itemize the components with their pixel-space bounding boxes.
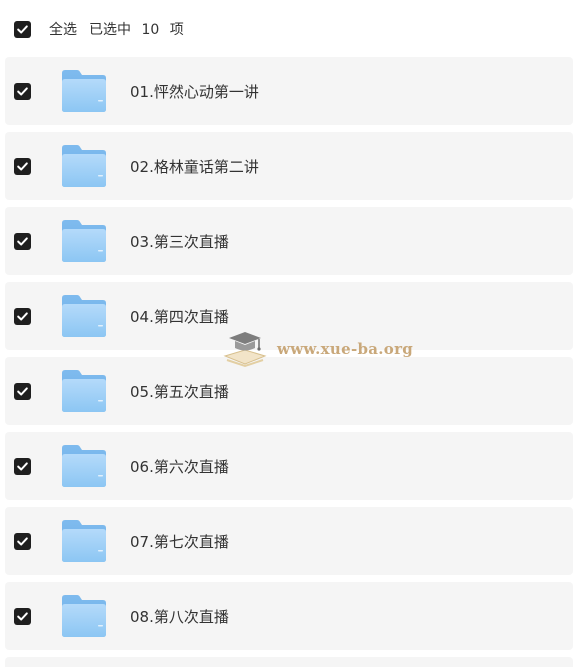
folder-icon [62, 145, 106, 187]
checkmark-icon [17, 611, 28, 620]
file-name: 03.第三次直播 [130, 232, 229, 251]
checkmark-icon [17, 536, 28, 545]
checkmark-icon [17, 311, 28, 320]
selection-count: 已选中 10 项 [89, 19, 190, 39]
file-row-04[interactable]: 04.第四次直播 [5, 282, 573, 350]
file-row-02[interactable]: 02.格林童话第二讲 [5, 132, 573, 200]
file-checkbox[interactable] [14, 82, 31, 100]
file-checkbox[interactable] [14, 532, 31, 550]
file-name: 05.第五次直播 [130, 382, 229, 401]
selected-prefix: 已选中 [89, 22, 131, 38]
file-checkbox[interactable] [14, 307, 31, 325]
checkmark-icon [17, 86, 28, 95]
selected-count: 10 [141, 22, 160, 38]
selection-header: 全选 已选中 10 项 [0, 0, 573, 58]
file-row-05[interactable]: 05.第五次直播 [5, 357, 573, 425]
folder-icon [62, 220, 106, 262]
folder-icon [62, 595, 106, 637]
checkmark-icon [17, 236, 28, 245]
folder-icon [62, 445, 106, 487]
file-checkbox[interactable] [14, 382, 31, 400]
file-name: 01.怦然心动第一讲 [130, 82, 259, 101]
file-name: 04.第四次直播 [130, 307, 229, 326]
folder-icon [62, 520, 106, 562]
file-checkbox[interactable] [14, 157, 31, 175]
file-checkbox[interactable] [14, 607, 31, 625]
file-checkbox[interactable] [14, 232, 31, 250]
file-row-03[interactable]: 03.第三次直播 [5, 207, 573, 275]
file-row-07[interactable]: 07.第七次直播 [5, 507, 573, 575]
file-row-01[interactable]: 01.怦然心动第一讲 [5, 57, 573, 125]
checkmark-icon [17, 386, 28, 395]
file-row-partial[interactable] [5, 657, 573, 667]
folder-icon [62, 295, 106, 337]
file-name: 08.第八次直播 [130, 607, 229, 626]
file-name: 06.第六次直播 [130, 457, 229, 476]
select-all-label[interactable]: 全选 [49, 19, 77, 39]
folder-icon [62, 70, 106, 112]
checkmark-icon [17, 161, 28, 170]
checkmark-icon [17, 461, 28, 470]
checkmark-icon [17, 24, 28, 33]
folder-icon [62, 370, 106, 412]
file-name: 07.第七次直播 [130, 532, 229, 551]
file-list: 01.怦然心动第一讲 02.格林童话第二讲 03.第三次直播 04.第四次直播 … [5, 57, 573, 667]
file-row-08[interactable]: 08.第八次直播 [5, 582, 573, 650]
file-row-06[interactable]: 06.第六次直播 [5, 432, 573, 500]
file-name: 02.格林童话第二讲 [130, 157, 259, 176]
select-all-checkbox[interactable] [14, 20, 31, 38]
file-checkbox[interactable] [14, 457, 31, 475]
selected-suffix: 项 [169, 22, 184, 38]
